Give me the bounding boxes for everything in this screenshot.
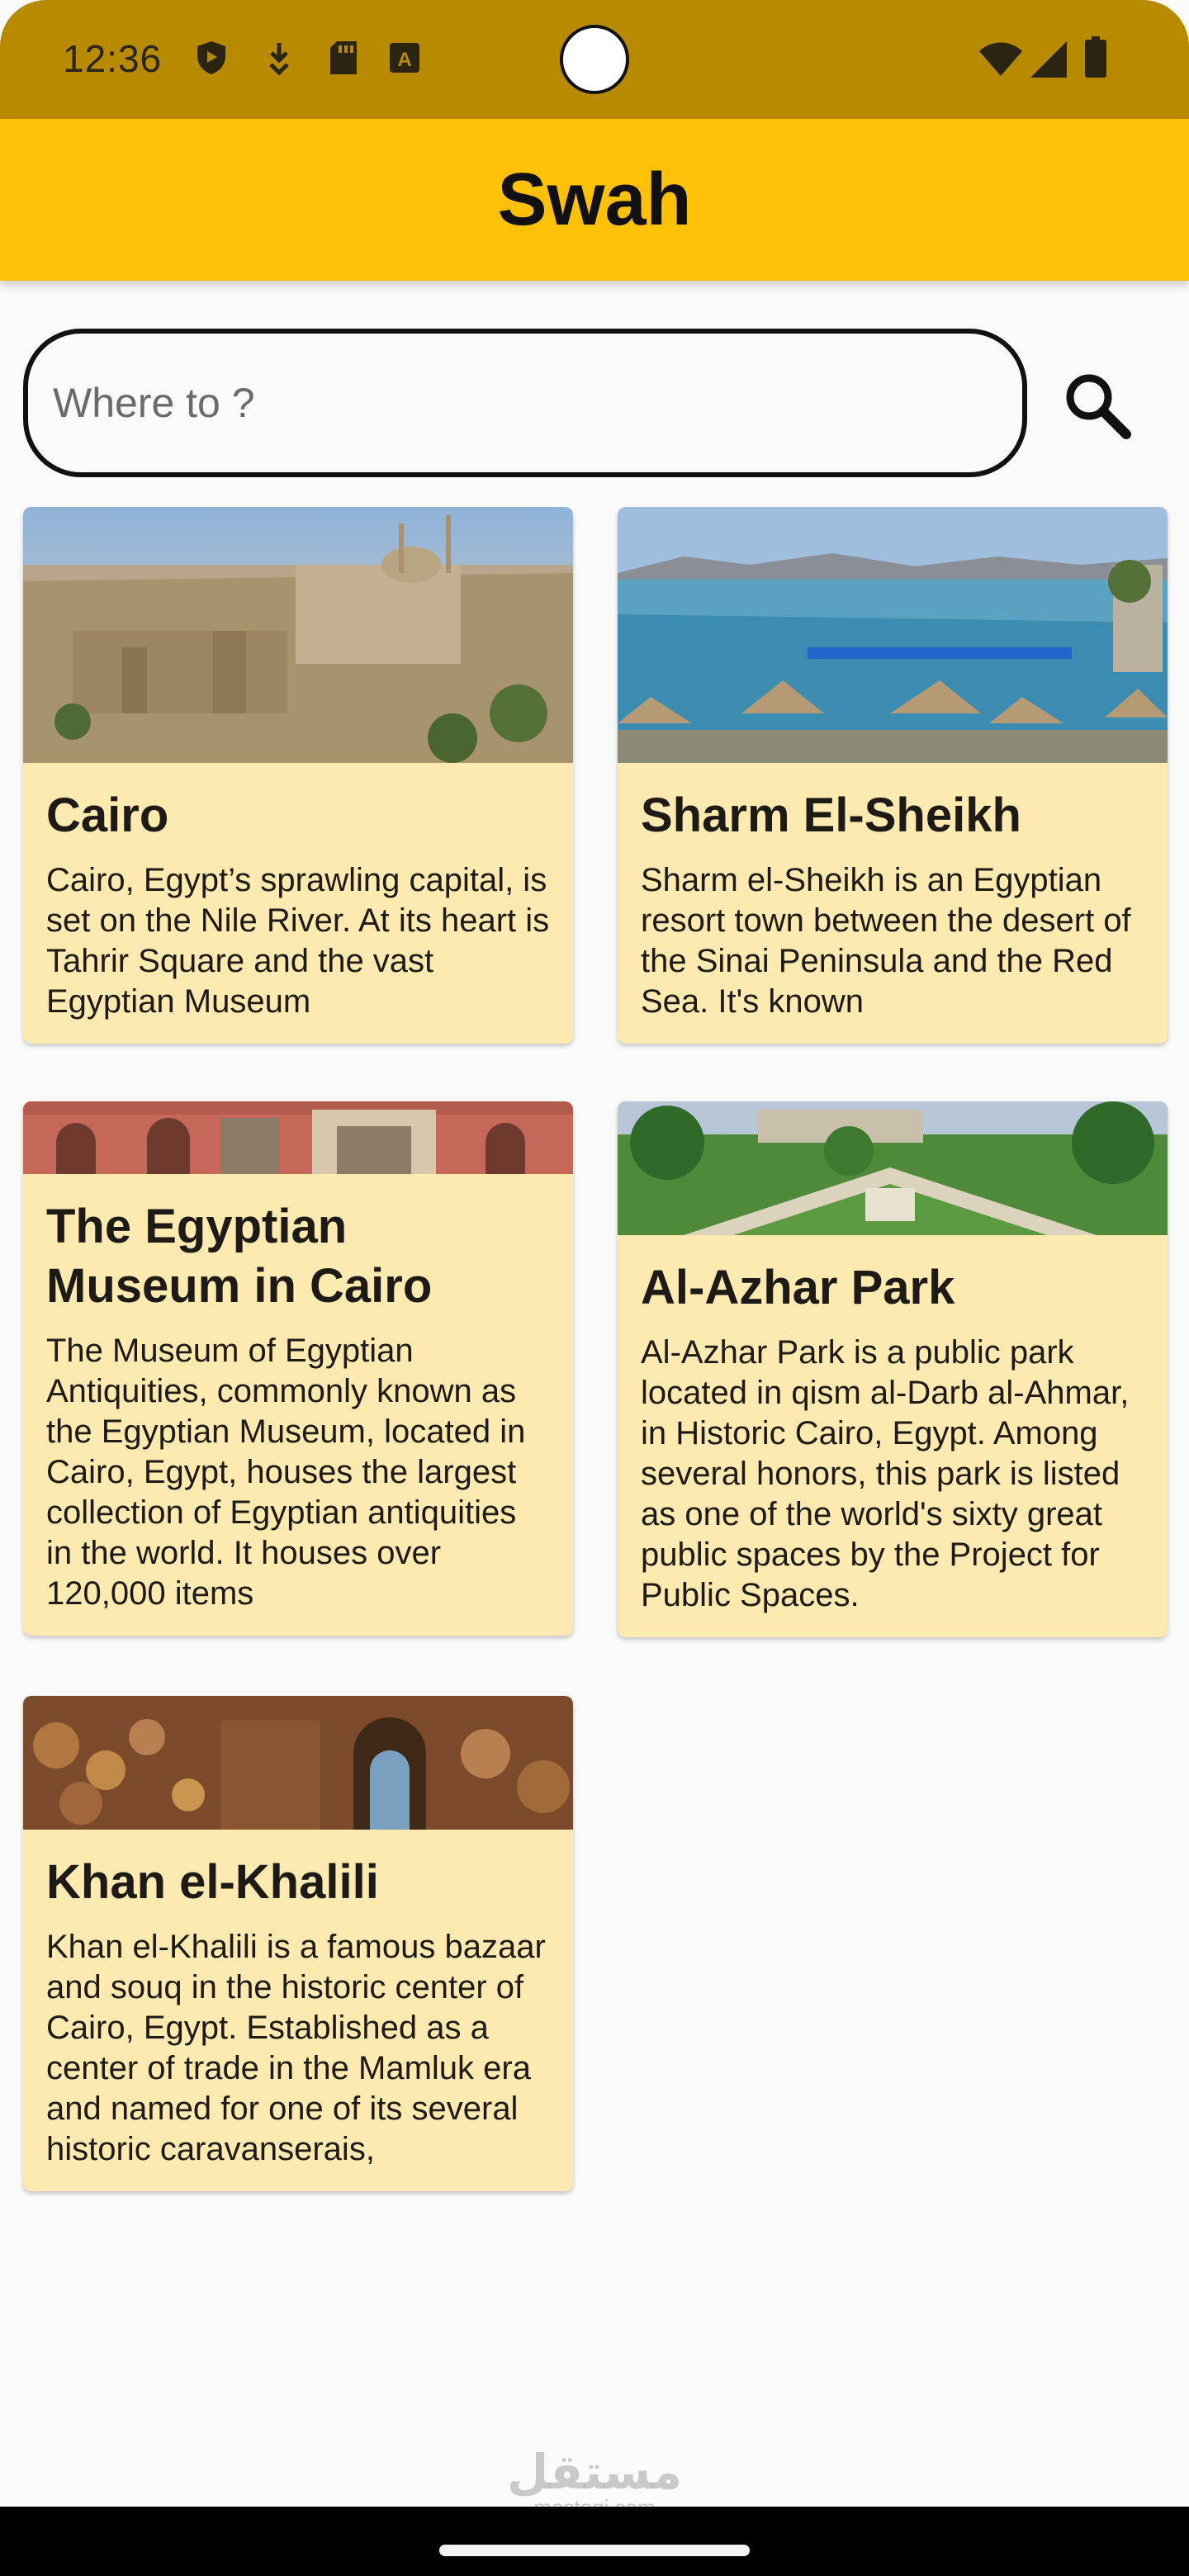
- signal-icon: [1030, 41, 1067, 78]
- app-bar: Swah: [0, 119, 1189, 281]
- watermark-arabic: مستقل: [506, 2446, 683, 2499]
- sharm-beach-image: [618, 507, 1168, 763]
- place-card-khan-el-khalili[interactable]: Khan el-Khalili Khan el-Khalili is a fam…: [23, 1696, 573, 2191]
- place-card-al-azhar-park[interactable]: Al-Azhar Park Al-Azhar Park is a public …: [618, 1101, 1168, 1637]
- wifi-icon: [979, 42, 1022, 76]
- status-bar: 12:36 A: [0, 0, 1189, 119]
- keyboard-a-icon: A: [390, 43, 419, 73]
- download-icon: [269, 43, 289, 76]
- place-title: Cairo: [46, 788, 169, 842]
- shield-icon: [197, 41, 225, 74]
- cairo-citadel-image: [23, 507, 573, 763]
- place-description: The Museum of Egyptian Antiquities, comm…: [46, 1333, 526, 1612]
- place-card-cairo[interactable]: Cairo Cairo, Egypt’s sprawling capital, …: [23, 507, 573, 1044]
- place-description: Khan el-Khalili is a famous bazaar and s…: [46, 1929, 546, 2167]
- svg-text:A: A: [397, 49, 411, 71]
- search-button[interactable]: [1054, 362, 1139, 447]
- place-title: Khan el-Khalili: [46, 1855, 379, 1909]
- place-description: Sharm el-Sheikh is an Egyptian resort to…: [641, 862, 1131, 1020]
- place-title: The Egyptian Museum in Cairo: [46, 1200, 433, 1313]
- search-icon: [1066, 374, 1131, 439]
- place-card-egyptian-museum[interactable]: The Egyptian Museum in Cairo The Museum …: [23, 1101, 573, 1636]
- al-azhar-park-image: [618, 1101, 1168, 1235]
- camera-cutout: [560, 25, 629, 94]
- place-title: Al-Azhar Park: [641, 1261, 955, 1314]
- search-input[interactable]: [53, 379, 1022, 427]
- app-title: Swah: [497, 158, 692, 241]
- place-title: Sharm El-Sheikh: [641, 788, 1021, 842]
- khan-el-khalili-image: [23, 1696, 573, 1830]
- status-time: 12:36: [63, 37, 163, 80]
- egyptian-museum-image: [23, 1101, 573, 1174]
- place-description: Cairo, Egypt’s sprawling capital, is set…: [46, 862, 550, 1020]
- place-description: Al-Azhar Park is a public park located i…: [641, 1334, 1130, 1613]
- place-card-sharm[interactable]: Sharm El-Sheikh Sharm el-Sheikh is an Eg…: [618, 507, 1168, 1044]
- battery-icon: [1085, 36, 1106, 78]
- sd-card-icon: [330, 41, 357, 74]
- navigation-bar: [0, 2507, 1189, 2576]
- search-field[interactable]: [23, 329, 1027, 477]
- home-gesture-handle[interactable]: [439, 2545, 750, 2556]
